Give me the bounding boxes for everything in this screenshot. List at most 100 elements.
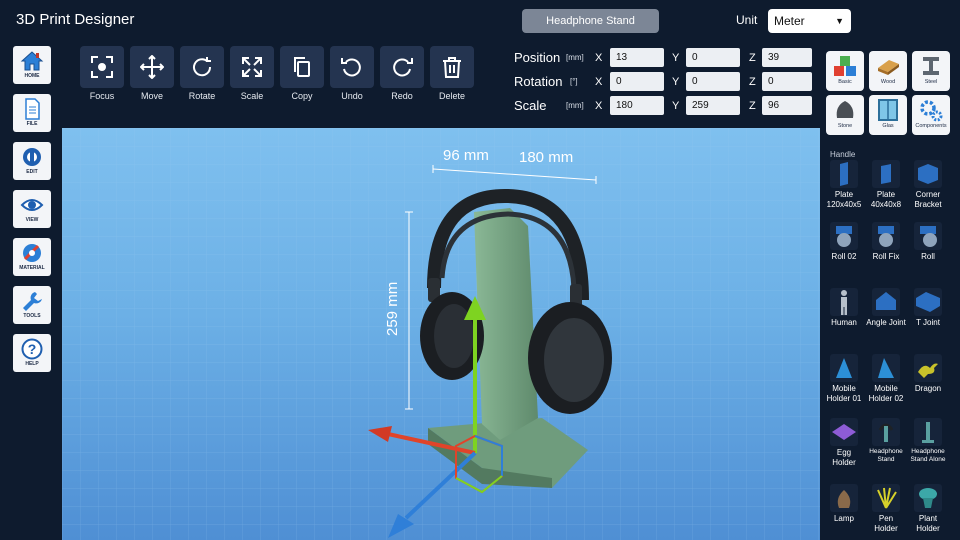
file-icon <box>25 98 40 120</box>
palette-item[interactable]: Human <box>824 288 864 328</box>
glass-icon <box>878 99 898 121</box>
tool-label: Delete <box>438 91 465 101</box>
move-icon <box>140 55 164 79</box>
palette-item[interactable]: Lamp <box>824 484 864 524</box>
palette-item[interactable]: Headphone Stand Alone <box>908 418 948 464</box>
material-label: Glas <box>882 123 894 129</box>
palette-item[interactable]: Roll 02 <box>824 222 864 262</box>
roll-icon <box>872 222 900 250</box>
material-stone-button[interactable]: Stone <box>826 95 864 135</box>
plant-holder-icon <box>914 484 942 512</box>
material-label: Components <box>915 123 947 129</box>
undo-button[interactable] <box>330 46 374 88</box>
plate-icon <box>872 160 900 188</box>
sidebar-view-button[interactable]: VIEW <box>13 190 51 228</box>
palette-item[interactable]: T Joint <box>908 288 948 328</box>
svg-text:?: ? <box>28 341 37 357</box>
wrench-icon <box>23 292 42 311</box>
rotation-x-field[interactable]: 0 <box>610 72 664 91</box>
sidebar-edit-button[interactable]: EDIT <box>13 142 51 180</box>
palette-item-label: Lamp <box>833 514 854 523</box>
focus-button[interactable] <box>80 46 124 88</box>
rotate-icon <box>193 57 212 77</box>
wood-icon <box>878 60 899 75</box>
material-glass-button[interactable]: Glas <box>869 95 907 135</box>
material-label: Wood <box>880 79 896 85</box>
rotation-y-field[interactable]: 0 <box>686 72 740 91</box>
palette-item[interactable]: Pen Holder <box>866 484 906 534</box>
position-x-field[interactable]: 13 <box>610 48 664 67</box>
palette-item[interactable]: Roll <box>908 222 948 262</box>
focus-icon <box>91 56 113 78</box>
palette-item[interactable]: Mobile Holder 01 <box>824 354 864 404</box>
palette-item[interactable]: Dragon <box>908 354 948 394</box>
redo-icon <box>393 58 413 77</box>
scale-z-field[interactable]: 96 <box>762 96 812 115</box>
rotate-button[interactable] <box>180 46 224 88</box>
edit-icon <box>23 148 41 166</box>
palette-item[interactable]: Headphone Stand <box>866 418 906 464</box>
palette-item[interactable]: Roll Fix <box>866 222 906 262</box>
3d-viewport[interactable]: 96 mm 180 mm 259 mm <box>62 128 820 540</box>
palette-item[interactable]: Corner Bracket <box>908 160 948 210</box>
material-components-button[interactable]: Components <box>912 95 950 135</box>
axis-z-label: Z <box>749 52 756 64</box>
palette-item-label: Mobile Holder 02 <box>868 384 904 403</box>
scale-x-field[interactable]: 180 <box>610 96 664 115</box>
scale-y-field[interactable]: 259 <box>686 96 740 115</box>
palette-item-label: Plate 40x40x8 <box>870 190 902 209</box>
palette-item[interactable]: Angle Joint <box>866 288 906 328</box>
palette-item[interactable]: Egg Holder <box>824 418 864 468</box>
material-steel-button[interactable]: Steel <box>912 51 950 91</box>
sidebar-file-button[interactable]: FILE <box>13 94 51 132</box>
corner-bracket-icon <box>914 160 942 188</box>
palette-item-label: T Joint <box>916 318 940 327</box>
mobile-holder-icon <box>830 354 858 382</box>
egg-holder-icon <box>830 418 858 446</box>
palette-item[interactable]: Plate 120x40x5 <box>824 160 864 210</box>
palette-item-label: Human <box>831 318 857 327</box>
sidebar-label: HOME <box>24 73 40 79</box>
rotation-z-field[interactable]: 0 <box>762 72 812 91</box>
sidebar-material-button[interactable]: MATERIAL <box>13 238 51 276</box>
copy-icon <box>294 57 310 77</box>
position-z-field[interactable]: 39 <box>762 48 812 67</box>
sidebar-home-button[interactable]: HOME <box>13 46 51 84</box>
scale-icon <box>242 57 262 77</box>
sidebar-label: FILE <box>26 121 38 127</box>
redo-button[interactable] <box>380 46 424 88</box>
palette-item-label: Headphone Stand Alone <box>910 448 946 463</box>
material-label: Stone <box>837 123 853 129</box>
palette-item[interactable]: Mobile Holder 02 <box>866 354 906 404</box>
sidebar-label: TOOLS <box>23 313 41 319</box>
material-basic-button[interactable]: Basic <box>826 51 864 91</box>
sidebar-label: HELP <box>25 361 39 367</box>
pen-holder-icon <box>872 484 900 512</box>
copy-button[interactable] <box>280 46 324 88</box>
sidebar-tools-button[interactable]: TOOLS <box>13 286 51 324</box>
delete-button[interactable] <box>430 46 474 88</box>
palette-item-label: Pen Holder <box>874 514 898 533</box>
palette-item[interactable]: Plate 40x40x8 <box>866 160 906 210</box>
app-window: 3D Print Designer Headphone Stand Unit M… <box>0 0 960 540</box>
position-y-field[interactable]: 0 <box>686 48 740 67</box>
palette-item-label: Plant Holder <box>916 514 940 533</box>
material-label: Basic <box>838 79 852 85</box>
move-button[interactable] <box>130 46 174 88</box>
palette-item[interactable]: Plant Holder <box>908 484 948 534</box>
material-wood-button[interactable]: Wood <box>869 51 907 91</box>
project-name-button[interactable]: Headphone Stand <box>522 9 659 33</box>
palette-item-label: Angle Joint <box>866 318 906 327</box>
sidebar-label: EDIT <box>26 169 38 175</box>
unit-select[interactable]: Meter ▼ <box>768 9 851 33</box>
height-dimension-label: 259 mm <box>384 282 401 336</box>
sidebar-help-button[interactable]: ? HELP <box>13 334 51 372</box>
axis-x-label: X <box>595 52 603 64</box>
axis-x-label: X <box>595 76 603 88</box>
scale-button[interactable] <box>230 46 274 88</box>
stand-pillar <box>474 208 538 440</box>
dragon-icon <box>914 354 942 382</box>
undo-icon <box>341 58 361 77</box>
rotation-unit: [°] <box>570 77 578 86</box>
scale-row: Scale [mm] X 180 Y 259 Z 96 <box>514 96 824 116</box>
